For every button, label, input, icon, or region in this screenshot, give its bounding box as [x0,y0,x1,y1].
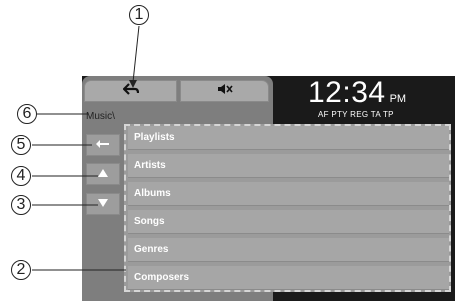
mute-speaker-icon [217,82,233,100]
scroll-up-button[interactable] [86,163,120,185]
scroll-down-button[interactable] [86,193,120,215]
list-item-artists[interactable]: Artists [128,154,449,178]
callout-5: 5 [11,135,31,155]
mute-button[interactable] [180,80,269,102]
list-item-playlists[interactable]: Playlists [128,126,449,150]
back-button[interactable] [84,80,177,102]
clock-ampm: PM [389,93,407,105]
return-button[interactable] [86,134,120,156]
list-item-albums[interactable]: Albums [128,182,449,206]
breadcrumb: Music\ [86,110,115,122]
clock: 12:34 PM [308,76,406,110]
radio-status-flags: AF PTY REG TA TP [318,110,394,119]
list-item-label: Genres [134,244,169,255]
callout-1: 1 [129,5,149,25]
back-arrow-icon [121,82,139,100]
list-item-composers[interactable]: Composers [128,266,449,290]
list-item-label: Playlists [134,132,175,143]
list-item-genres[interactable]: Genres [128,238,449,262]
music-category-list: Playlists Artists Albums Songs Genres Co… [124,124,451,292]
list-item-label: Artists [134,160,166,171]
callout-3: 3 [11,195,31,215]
list-item-label: Composers [134,272,190,283]
callout-6: 6 [17,104,37,124]
list-item-label: Albums [134,188,171,199]
down-triangle-icon [98,198,108,210]
callout-4: 4 [11,166,31,186]
list-item-songs[interactable]: Songs [128,210,449,234]
clock-time: 12:34 [308,76,386,109]
list-item-label: Songs [134,216,165,227]
up-triangle-icon [98,168,108,180]
return-arrow-icon [96,139,110,151]
callout-2: 2 [11,260,31,280]
